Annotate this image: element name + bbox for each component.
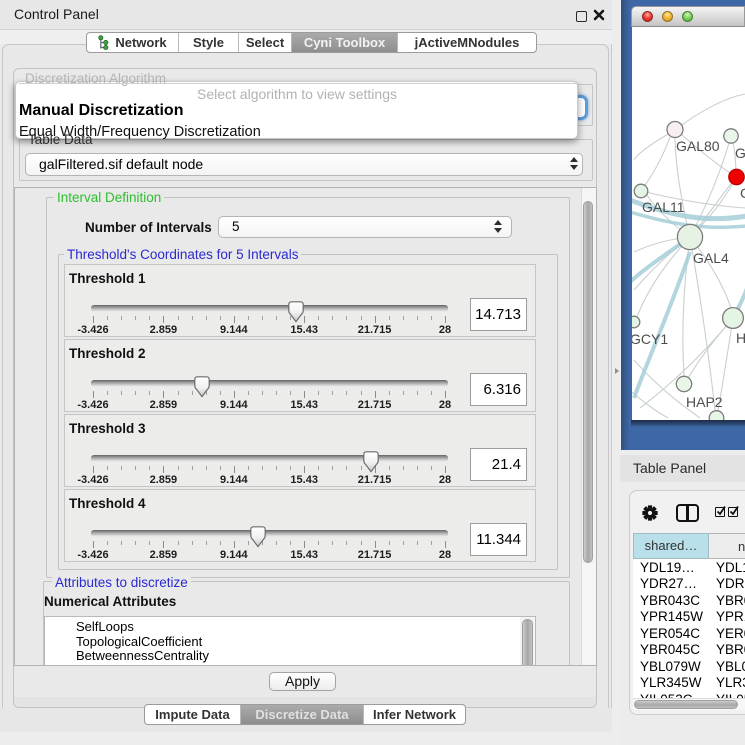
svg-text:H: H <box>736 330 745 346</box>
svg-text:GAL4: GAL4 <box>693 250 729 266</box>
svg-text:HAP2: HAP2 <box>686 394 723 410</box>
svg-text:GA: GA <box>735 145 745 161</box>
svg-text:GCY1: GCY1 <box>632 331 668 347</box>
svg-text:C: C <box>740 185 745 201</box>
svg-text:GAL80: GAL80 <box>676 138 720 154</box>
svg-text:GAL11: GAL11 <box>642 199 685 215</box>
